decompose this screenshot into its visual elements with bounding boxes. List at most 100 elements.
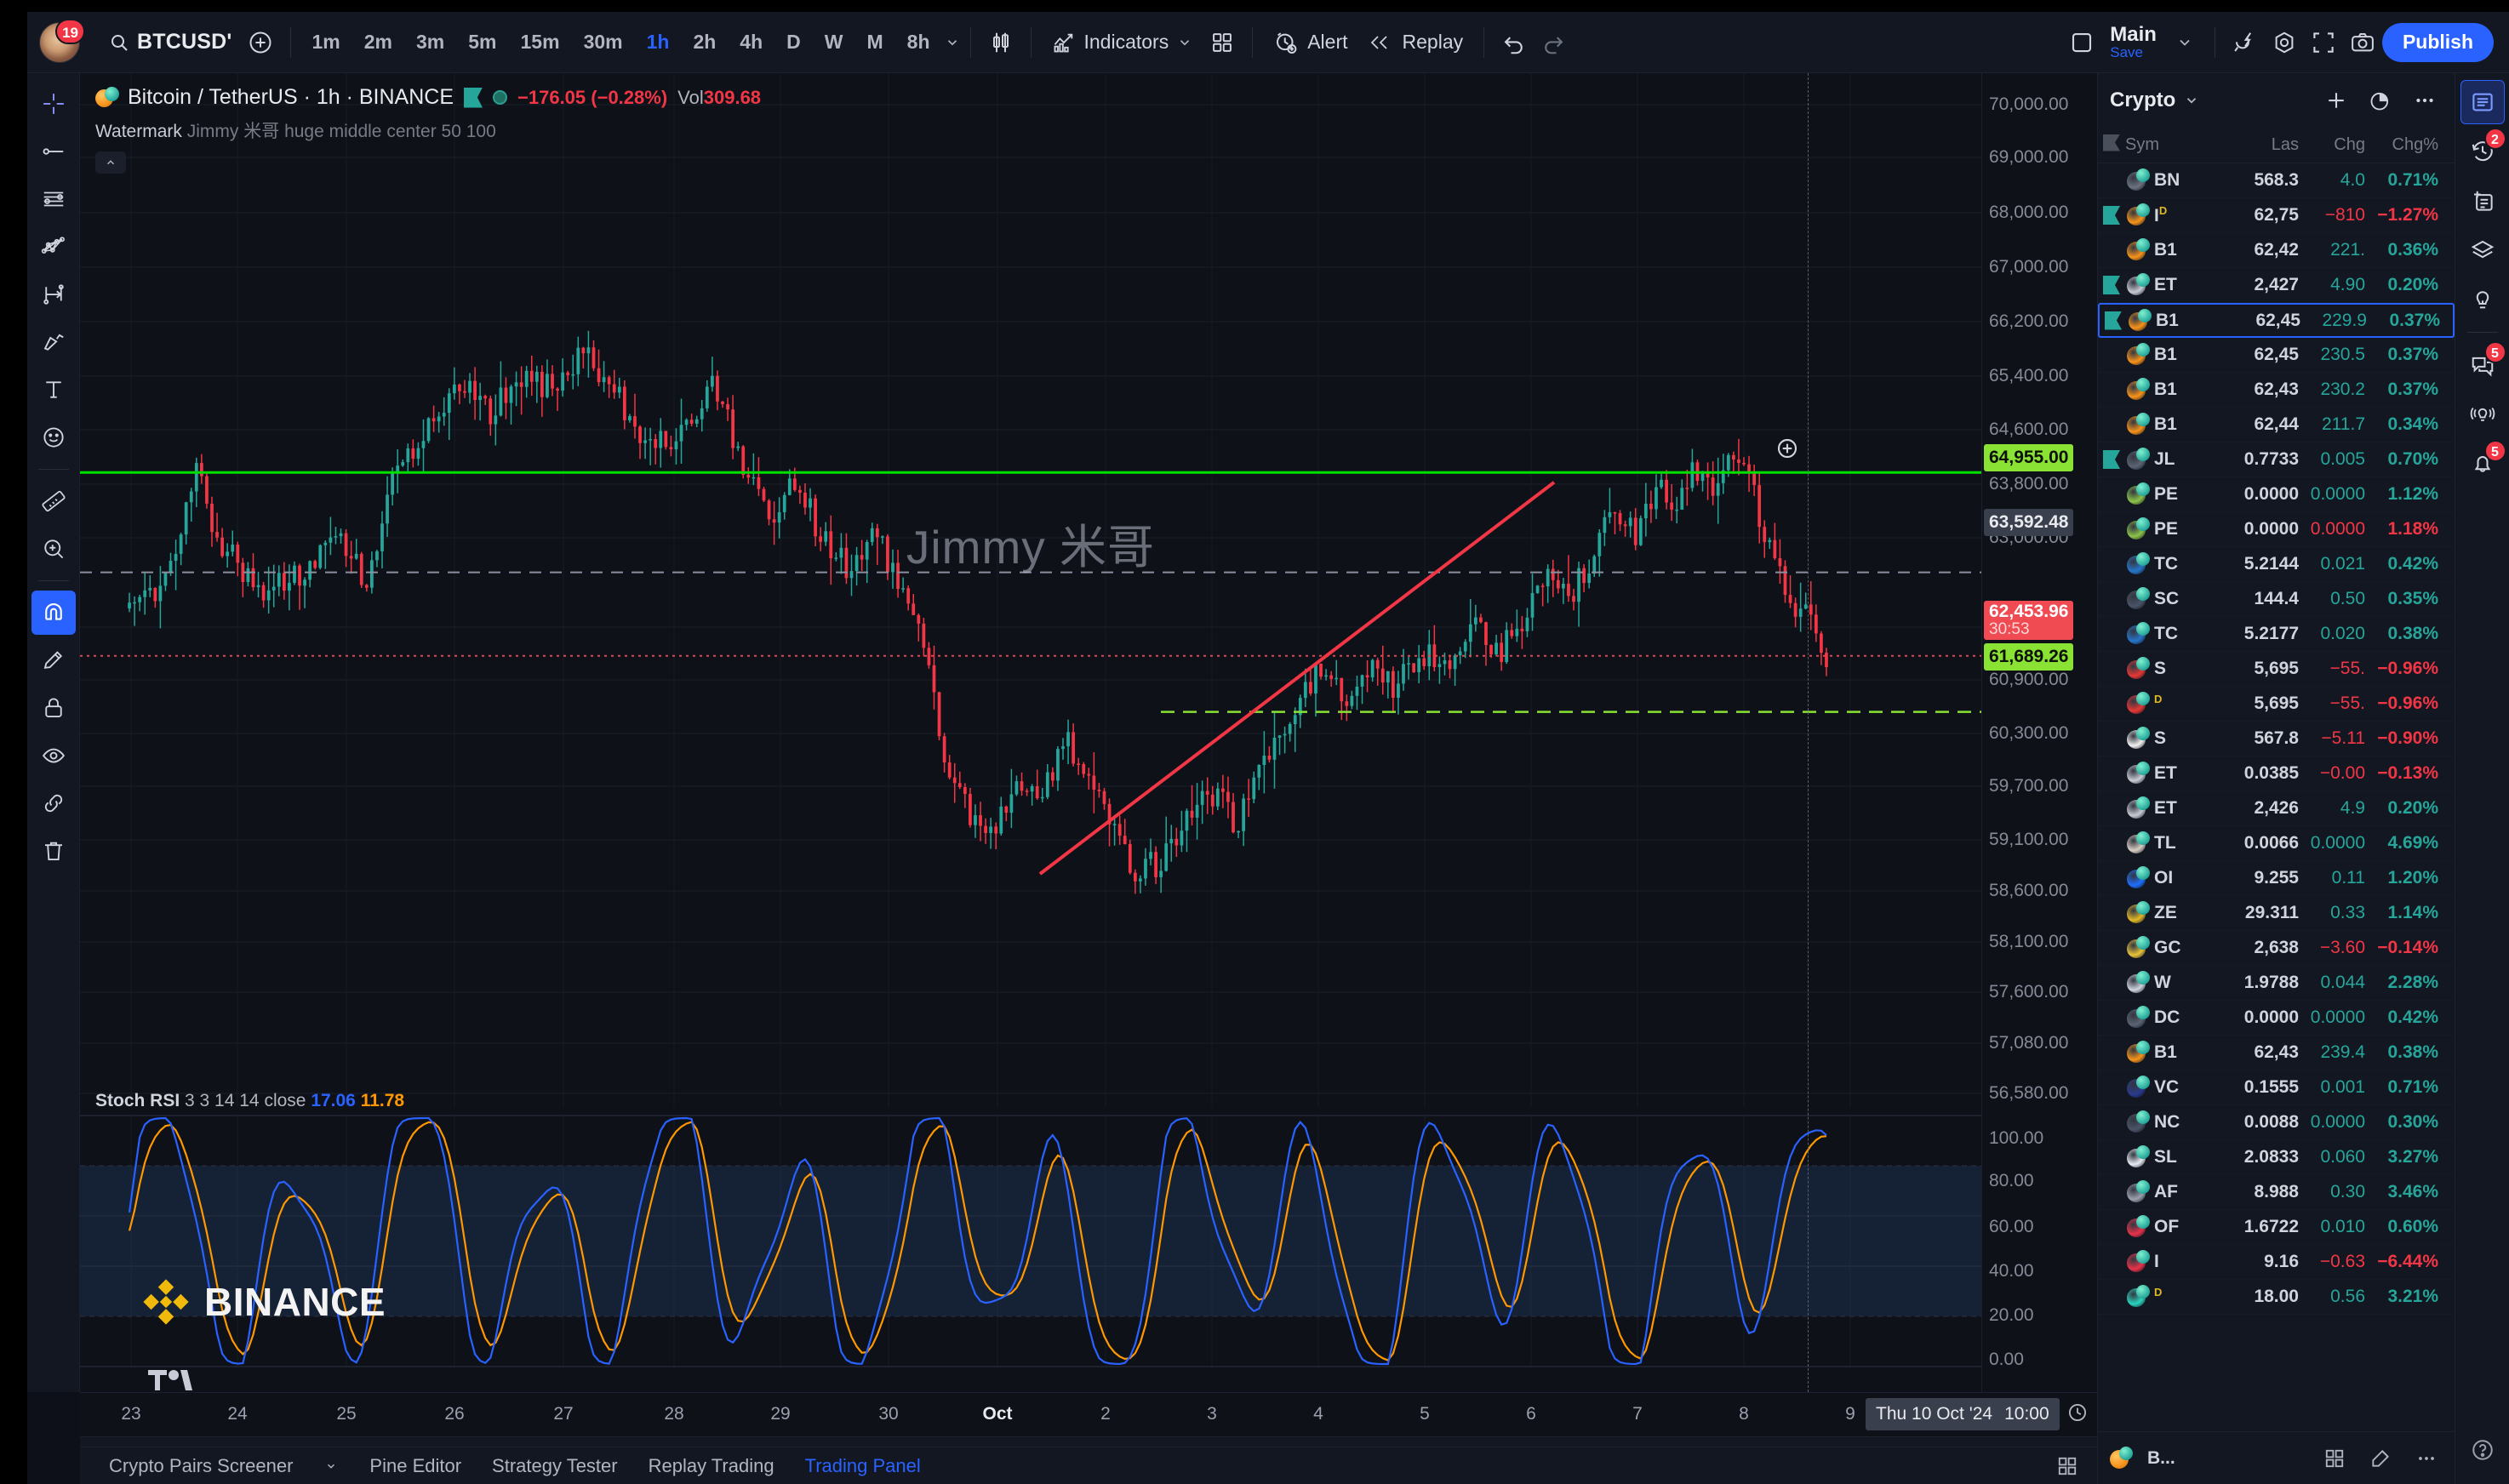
measure-range-icon[interactable] (31, 272, 76, 317)
watchlist-row[interactable]: BN 568.3 4.0 0.71% (2098, 163, 2455, 198)
magnet-icon[interactable] (31, 591, 76, 635)
watchlist-row[interactable]: NC 0.0088 0.0000 0.30% (2098, 1105, 2455, 1140)
watchlist-row[interactable]: D 18.00 0.56 3.21% (2098, 1280, 2455, 1315)
watchlist-row[interactable]: PE 0.0000 0.0000 1.12% (2098, 477, 2455, 512)
watchlist-row[interactable]: B1 62,43 239.4 0.38% (2098, 1036, 2455, 1070)
watchlist-row[interactable]: AF 8.988 0.30 3.46% (2098, 1175, 2455, 1210)
eye-hide-icon[interactable] (31, 733, 76, 778)
watchlist-row[interactable]: PE 0.0000 0.0000 1.18% (2098, 512, 2455, 547)
crosshair-price-label[interactable]: 63,592.48 (1984, 509, 2074, 536)
tab-crypto-pairs-screener[interactable]: Crypto Pairs Screener (94, 1450, 308, 1482)
layout-save-link[interactable]: Save (2110, 44, 2143, 61)
zoom-in-icon[interactable] (31, 527, 76, 571)
tf-5m[interactable]: 5m (457, 24, 507, 60)
watchlist-row[interactable]: D 5,695 −55. −0.96% (2098, 687, 2455, 722)
watchlist-row[interactable]: ID 62,75 −810 −1.27% (2098, 198, 2455, 233)
chevron-down-icon[interactable] (2165, 23, 2204, 62)
symbol-search[interactable]: BTCUSD' (100, 24, 241, 61)
row-flag-icon[interactable] (2103, 206, 2125, 225)
tf-1m[interactable]: 1m (301, 24, 351, 60)
tab-strategy-tester[interactable]: Strategy Tester (477, 1450, 633, 1482)
layout-selector[interactable]: Main Save (2101, 23, 2165, 61)
watchlist-row[interactable]: JL 0.7733 0.005 0.70% (2098, 442, 2455, 477)
tf-15m[interactable]: 15m (510, 24, 571, 60)
price-chart-canvas[interactable] (80, 73, 1981, 1392)
tab-trading-panel[interactable]: Trading Panel (790, 1450, 936, 1482)
row-flag-icon[interactable] (2103, 450, 2125, 469)
grid-icon[interactable] (2317, 1441, 2352, 1476)
fullscreen-icon[interactable] (2304, 23, 2343, 62)
last-price-label[interactable]: 62,453.96 30:53 (1984, 601, 2074, 640)
row-flag-icon[interactable] (2105, 311, 2127, 330)
pie-chart-icon[interactable] (2363, 83, 2398, 118)
legend-collapse-button[interactable] (95, 151, 126, 174)
watchlist-row[interactable]: I 9.16 −0.63 −6.44% (2098, 1245, 2455, 1280)
row-flag-icon[interactable] (2103, 276, 2125, 294)
watchlist-row[interactable]: B1 62,44 211.7 0.34% (2098, 408, 2455, 442)
support-price-label[interactable]: 61,689.26 (1984, 643, 2074, 671)
bell-alert-icon[interactable]: 5 (2460, 440, 2506, 486)
tf-1mo[interactable]: M (855, 24, 894, 60)
lightning-search-icon[interactable] (2226, 23, 2265, 62)
watchlist-row[interactable]: ET 0.0385 −0.00 −0.13% (2098, 756, 2455, 791)
add-note-icon[interactable] (2460, 179, 2505, 223)
tf-30m[interactable]: 30m (573, 24, 634, 60)
single-pane-icon[interactable] (2062, 23, 2101, 62)
price-scale[interactable]: USDT 70,000.0069,000.0068,000.0067,000.0… (1981, 20, 2097, 1392)
redo-icon[interactable] (1534, 23, 1573, 62)
clock-history-icon[interactable]: 2 (2460, 128, 2506, 174)
chevron-down-icon[interactable] (1177, 35, 1192, 50)
watchlist-row[interactable]: OF 1.6722 0.010 0.60% (2098, 1210, 2455, 1245)
undo-icon[interactable] (1495, 23, 1534, 62)
crosshair-cursor-icon[interactable] (31, 82, 76, 126)
brush-icon[interactable] (31, 320, 76, 364)
pen-lock-icon[interactable] (31, 638, 76, 682)
watchlist-row[interactable]: VC 0.1555 0.001 0.71% (2098, 1070, 2455, 1105)
ruler-measure-icon[interactable] (31, 479, 76, 523)
layers-icon[interactable] (2460, 228, 2505, 272)
timezone-clock-icon[interactable] (2066, 1401, 2089, 1424)
watchlist-row[interactable]: B1 62,45 229.9 0.37% (2098, 303, 2455, 338)
watchlist-row[interactable]: S 5,695 −55. −0.96% (2098, 652, 2455, 687)
grid-four-icon[interactable] (1203, 23, 1242, 62)
tf-1h[interactable]: 1h (636, 24, 681, 60)
watchlist-row[interactable]: TC 5.2144 0.021 0.42% (2098, 547, 2455, 582)
watchlist-row[interactable]: SL 2.0833 0.060 3.27% (2098, 1140, 2455, 1175)
camera-icon[interactable] (2343, 23, 2382, 62)
tf-8h[interactable]: 8h (896, 24, 941, 60)
link-chain-icon[interactable] (31, 781, 76, 825)
watchlist-row[interactable]: TL 0.0066 0.0000 4.69% (2098, 826, 2455, 861)
watchlist-row[interactable]: SC 144.4 0.50 0.35% (2098, 582, 2455, 617)
watchlist-row[interactable]: GC 2,638 −3.60 −0.14% (2098, 931, 2455, 966)
user-avatar[interactable]: 19 (39, 18, 85, 63)
more-horizontal-icon[interactable] (2407, 83, 2443, 118)
watchlist-row[interactable]: DC 0.0000 0.0000 0.42% (2098, 1001, 2455, 1036)
tf-2h[interactable]: 2h (682, 24, 727, 60)
indicators-button[interactable]: Indicators (1042, 23, 1203, 62)
chevron-down-icon[interactable] (945, 35, 960, 50)
candlestick-icon[interactable] (981, 23, 1020, 62)
watchlist-row[interactable]: B1 62,43 230.2 0.37% (2098, 373, 2455, 408)
tf-2m[interactable]: 2m (353, 24, 403, 60)
watchlist-row[interactable]: B1 62,45 230.5 0.37% (2098, 338, 2455, 373)
horizontal-lines-icon[interactable] (31, 177, 76, 221)
add-symbol-button[interactable] (241, 23, 280, 62)
column-symbol[interactable]: Sym (2125, 135, 2217, 155)
column-change-percent[interactable]: Chg% (2365, 135, 2443, 155)
tf-4h[interactable]: 4h (729, 24, 774, 60)
tf-3m[interactable]: 3m (405, 24, 455, 60)
watchlist-row[interactable]: S 567.8 −5.11 −0.90% (2098, 722, 2455, 756)
alert-button[interactable]: Alert (1263, 23, 1357, 62)
trend-line-icon[interactable] (31, 129, 76, 174)
column-last[interactable]: Las (2217, 135, 2299, 155)
resistance-price-label[interactable]: 64,955.00 (1984, 444, 2074, 471)
fib-pattern-icon[interactable] (31, 225, 76, 269)
watchlist-row[interactable]: ET 2,426 4.9 0.20% (2098, 791, 2455, 826)
trash-icon[interactable] (31, 829, 76, 873)
broadcast-bulb-icon[interactable] (2460, 392, 2505, 437)
tf-1d[interactable]: D (775, 24, 812, 60)
watchlist-panel-icon[interactable] (2460, 80, 2505, 124)
tab-pine-editor[interactable]: Pine Editor (354, 1450, 477, 1482)
watchlist-name[interactable]: Crypto (2110, 88, 2175, 112)
emoji-sticker-icon[interactable] (31, 415, 76, 459)
